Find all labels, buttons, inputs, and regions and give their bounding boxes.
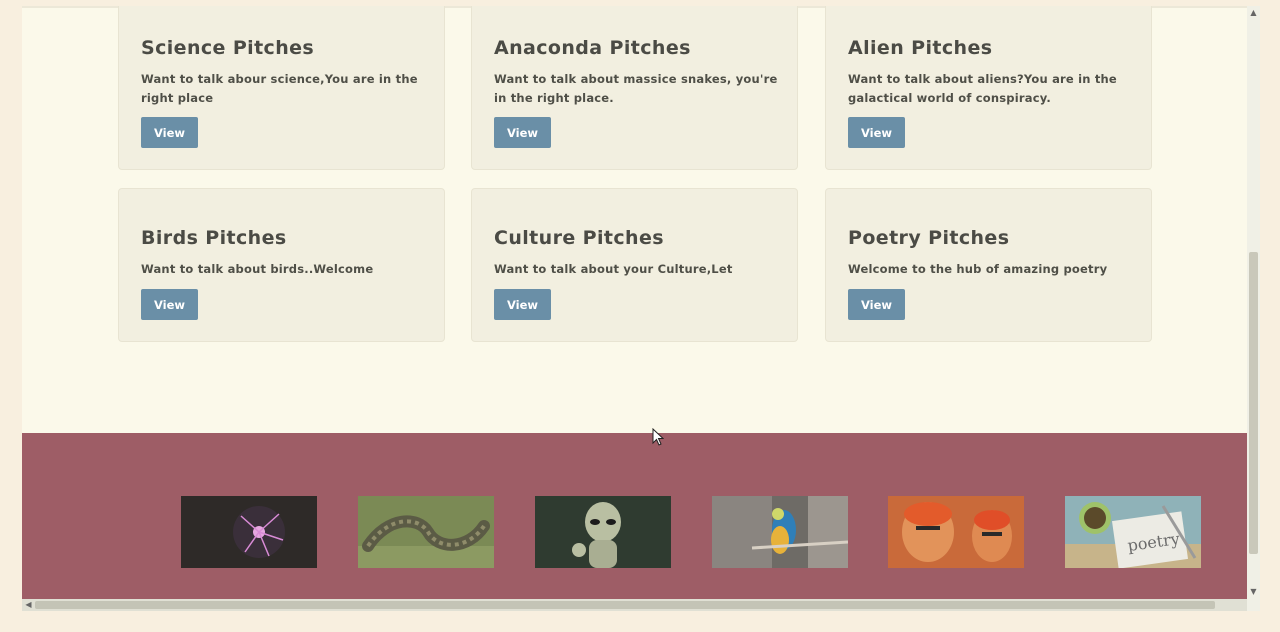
parrot-image — [712, 496, 848, 568]
card-description: Want to talk about aliens?You are in the… — [848, 72, 1117, 105]
view-button[interactable]: View — [848, 289, 905, 320]
view-button[interactable]: View — [494, 117, 551, 148]
card-description: Want to talk about birds..Welcome — [141, 262, 374, 276]
card-title: Anaconda Pitches — [494, 37, 691, 59]
card-description: Want to talk abour science,You are in th… — [141, 72, 418, 105]
vertical-scroll-thumb[interactable] — [1249, 252, 1258, 554]
view-button[interactable]: View — [494, 289, 551, 320]
pitch-card-poetry: Poetry Pitches Welcome to the hub of ama… — [825, 188, 1152, 342]
horizontal-scroll-thumb[interactable] — [35, 601, 1215, 609]
scroll-left-icon[interactable]: ◀ — [22, 599, 35, 611]
scroll-down-icon[interactable]: ▼ — [1247, 585, 1260, 599]
pitch-card-science: Science Pitches Want to talk abour scien… — [118, 6, 445, 170]
scrollbar-corner — [1247, 599, 1260, 611]
pitch-card-birds: Birds Pitches Want to talk about birds..… — [118, 188, 445, 342]
mouse-cursor-icon — [652, 428, 664, 446]
horizontal-scrollbar[interactable]: ◀ — [22, 599, 1247, 611]
card-description: Welcome to the hub of amazing poetry — [848, 262, 1108, 276]
browser-viewport: Science Pitches Want to talk abour scien… — [22, 6, 1260, 611]
culture-image — [888, 496, 1024, 568]
card-title: Alien Pitches — [848, 37, 993, 59]
card-description: Want to talk about massice snakes, you'r… — [494, 72, 778, 105]
pitch-card-alien: Alien Pitches Want to talk about aliens?… — [825, 6, 1152, 170]
card-title: Birds Pitches — [141, 227, 287, 249]
scroll-up-icon[interactable]: ▲ — [1247, 6, 1260, 20]
view-button[interactable]: View — [141, 117, 198, 148]
plasma-ball-image — [181, 496, 317, 568]
card-title: Culture Pitches — [494, 227, 664, 249]
alien-image — [535, 496, 671, 568]
pitch-card-anaconda: Anaconda Pitches Want to talk about mass… — [471, 6, 798, 170]
view-button[interactable]: View — [848, 117, 905, 148]
footer: poetry — [22, 433, 1247, 599]
view-button[interactable]: View — [141, 289, 198, 320]
card-title: Poetry Pitches — [848, 227, 1010, 249]
pitch-card-culture: Culture Pitches Want to talk about your … — [471, 188, 798, 342]
vertical-scrollbar[interactable]: ▲ ▼ — [1247, 6, 1260, 599]
card-description: Want to talk about your Culture,Let — [494, 262, 733, 276]
card-title: Science Pitches — [141, 37, 315, 59]
poetry-image: poetry — [1065, 496, 1201, 568]
anaconda-image — [358, 496, 494, 568]
